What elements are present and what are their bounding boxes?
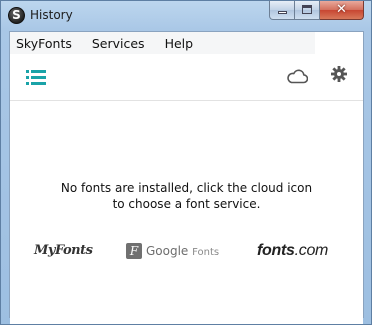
cloud-icon[interactable] <box>286 68 308 84</box>
fonts-com-label: fonts <box>257 242 295 259</box>
window-title: History <box>30 8 73 22</box>
menu-bar: SkyFonts Services Help <box>10 32 363 54</box>
google-fonts-label-suffix: Fonts <box>192 247 220 258</box>
close-icon: ✕ <box>336 2 347 17</box>
fonts-com-logo[interactable]: fonts.com <box>257 242 328 260</box>
menu-skyfonts[interactable]: SkyFonts <box>16 36 72 51</box>
google-fonts-label: Google Fonts <box>146 244 219 258</box>
service-logos: MyFonts F Google Fonts fonts.com <box>10 239 363 267</box>
maximize-icon <box>302 5 312 14</box>
menubar-fade <box>315 32 363 54</box>
google-fonts-icon: F <box>126 243 142 259</box>
skyfonts-app-icon[interactable]: S <box>8 7 25 24</box>
fonts-com-suffix: .com <box>294 242 329 259</box>
title-bar[interactable]: S History ✕ <box>1 1 371 30</box>
menu-services[interactable]: Services <box>92 36 145 51</box>
app-window: S History ✕ SkyFonts Services Help No fo… <box>0 0 372 325</box>
google-fonts-label-main: Google <box>146 244 189 258</box>
empty-state-line-2: to choose a font service. <box>112 197 261 211</box>
gear-icon[interactable] <box>331 66 347 82</box>
google-fonts-logo[interactable]: F Google Fonts <box>126 243 219 259</box>
menu-help[interactable]: Help <box>165 36 194 51</box>
close-button[interactable]: ✕ <box>320 1 364 20</box>
minimize-button[interactable] <box>269 1 295 20</box>
empty-state-line-1: No fonts are installed, click the cloud … <box>60 181 313 195</box>
list-icon[interactable] <box>26 69 46 86</box>
client-area: SkyFonts Services Help No fonts are inst… <box>9 31 364 324</box>
maximize-button[interactable] <box>295 1 320 20</box>
empty-state-message: No fonts are installed, click the cloud … <box>10 180 363 212</box>
myfonts-logo[interactable]: MyFonts <box>34 243 93 258</box>
toolbar <box>10 54 363 101</box>
content-blank-area <box>10 264 363 324</box>
minimize-icon <box>278 11 287 14</box>
caption-buttons: ✕ <box>269 1 364 20</box>
